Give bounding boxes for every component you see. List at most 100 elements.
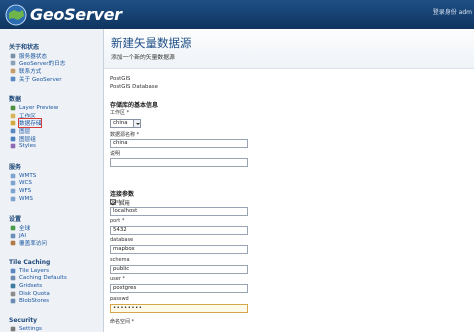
- sidebar-item[interactable]: WMTS: [0, 172, 103, 180]
- jai-icon: [10, 232, 16, 239]
- sidebar: 关于和状态 服务器状态 GeoServer的日志 联系方式 关于 GeoServer 数据…: [0, 29, 104, 332]
- contact-icon: [10, 68, 16, 74]
- store-icon: [10, 120, 16, 127]
- sidebar-item[interactable]: BlobStores: [0, 297, 103, 305]
- sidebar-item[interactable]: 图层: [0, 127, 103, 135]
- sidebar-item-label: JAI: [19, 232, 27, 239]
- sidebar-item-label: Styles: [19, 143, 36, 150]
- page-subtitle: 添加一个新的矢量数据源: [111, 55, 175, 61]
- sidebar-item[interactable]: JAI: [0, 232, 103, 240]
- sidebar-item[interactable]: Caching Defaults: [0, 275, 103, 283]
- sidebar-section: Security Settings: [0, 315, 103, 332]
- wmts-icon: [10, 172, 16, 179]
- log-icon: [10, 60, 16, 67]
- disk-quota-icon: [10, 290, 16, 297]
- layer-icon: [10, 128, 16, 134]
- geoserver-logo-icon: [5, 4, 27, 26]
- datastore-name-label: 数据源名称 *: [110, 132, 140, 138]
- chevron-down-icon[interactable]: [133, 120, 140, 127]
- port-input[interactable]: 5432: [110, 226, 248, 235]
- tile-layers-icon: [10, 268, 16, 274]
- layer-preview-icon: [10, 105, 16, 111]
- datastore-name-input[interactable]: china: [110, 139, 248, 148]
- sidebar-section: 关于和状态 服务器状态 GeoServer的日志 联系方式 关于 GeoServer: [0, 40, 103, 83]
- security-settings-icon: [10, 326, 16, 332]
- header-bar: GeoServer 登录身份 adm: [0, 0, 474, 29]
- sidebar-section-title: 关于和状态: [9, 44, 40, 51]
- wfs-icon: [10, 188, 16, 194]
- password-label: passwd: [110, 296, 129, 302]
- sidebar-section-title: 设置: [9, 216, 22, 224]
- sidebar-item-label: WMTS: [19, 172, 37, 179]
- database-label: database: [110, 237, 134, 243]
- sidebar-item[interactable]: Disk Quota: [0, 290, 103, 298]
- sidebar-item[interactable]: Gridsets: [0, 282, 103, 290]
- blobstores-icon: [10, 298, 16, 305]
- sidebar-section: 服务 WMTS WCS WFS WMS: [0, 160, 103, 202]
- schema-label: schema: [110, 257, 130, 263]
- sidebar-item-label: WMS: [19, 195, 33, 202]
- source-description: PostGIS Database: [110, 84, 158, 90]
- connection-params-header: 连接参数: [110, 191, 135, 198]
- schema-input[interactable]: public: [110, 265, 248, 274]
- sidebar-section-title: 数据: [9, 96, 22, 104]
- sidebar-item[interactable]: 图层组: [0, 135, 103, 143]
- sidebar-section-title: 服务: [9, 163, 22, 171]
- password-input[interactable]: ••••••••: [110, 304, 248, 313]
- description-label: 说明: [110, 151, 121, 157]
- user-input[interactable]: postgres: [110, 284, 248, 293]
- about-icon: [10, 75, 16, 82]
- sidebar-item[interactable]: WFS: [0, 187, 103, 195]
- sidebar-item[interactable]: 全球: [0, 224, 103, 232]
- sidebar-item[interactable]: 工作区: [0, 112, 103, 120]
- sidebar-item-label: BlobStores: [19, 298, 50, 305]
- sidebar-item[interactable]: WMS: [0, 195, 103, 203]
- description-input[interactable]: [110, 158, 248, 167]
- sidebar-item-label: Disk Quota: [19, 290, 50, 297]
- sidebar-item-label: 关于 GeoServer: [19, 76, 62, 83]
- sidebar-item-label: WCS: [19, 180, 32, 187]
- sidebar-item[interactable]: GeoServer的日志: [0, 60, 103, 67]
- sidebar-item[interactable]: WCS: [0, 180, 103, 188]
- host-input[interactable]: localhost: [110, 207, 248, 216]
- namespace-label: 命名空间 *: [110, 319, 135, 325]
- sidebar-item-label: Layer Preview: [19, 105, 59, 112]
- sidebar-item-label: 图层组: [19, 136, 36, 143]
- caching-defaults-icon: [10, 275, 16, 282]
- sidebar-item-label: Settings: [19, 325, 42, 332]
- sidebar-item[interactable]: 数据存储: [0, 118, 103, 129]
- server-status-icon: [10, 53, 16, 59]
- sidebar-item[interactable]: Layer Preview: [0, 104, 103, 112]
- wms-icon: [10, 195, 16, 202]
- sidebar-item-label: WFS: [19, 187, 32, 194]
- sidebar-item[interactable]: Styles: [0, 142, 103, 150]
- sidebar-item-label: Tile Layers: [19, 267, 50, 274]
- workspace-select-value: china: [113, 120, 128, 126]
- sidebar-section-title: Tile Caching: [9, 259, 51, 267]
- basic-info-header: 存储库的基本信息: [110, 102, 159, 109]
- page-title: 新建矢量数据源: [111, 36, 192, 50]
- workspace-icon: [10, 113, 16, 119]
- sidebar-section: 设置全球 JAI 覆盖率访问: [0, 212, 103, 247]
- wcs-icon: [10, 180, 16, 187]
- host-label: host *: [110, 199, 125, 205]
- database-input[interactable]: mapbox: [110, 245, 248, 254]
- sidebar-section: Tile Caching Tile Layers Caching Defaults G…: [0, 257, 103, 305]
- global-icon: [10, 225, 16, 231]
- port-label: port *: [110, 218, 125, 224]
- sidebar-item-label: Caching Defaults: [19, 275, 67, 282]
- gridsets-icon: [10, 283, 16, 289]
- sidebar-item-label: 全球: [19, 226, 31, 233]
- sidebar-item[interactable]: Tile Layers: [0, 267, 103, 275]
- sidebar-item[interactable]: 关于 GeoServer: [0, 75, 103, 83]
- workspace-select[interactable]: china: [110, 119, 141, 128]
- page-header: 新建矢量数据源 添加一个新的矢量数据源: [104, 29, 474, 69]
- sidebar-item[interactable]: 覆盖率访问: [0, 240, 103, 247]
- workspace-label: 工作区 *: [110, 110, 130, 116]
- sidebar-item[interactable]: Settings: [0, 325, 103, 332]
- user-label: user *: [110, 276, 125, 282]
- layer-group-icon: [10, 135, 16, 142]
- app-name[interactable]: GeoServer: [30, 5, 122, 24]
- sidebar-section: 数据 Layer Preview 工作区 数据存储 图层 图层组 Styles: [0, 92, 103, 150]
- sidebar-item-label: Gridsets: [19, 283, 43, 290]
